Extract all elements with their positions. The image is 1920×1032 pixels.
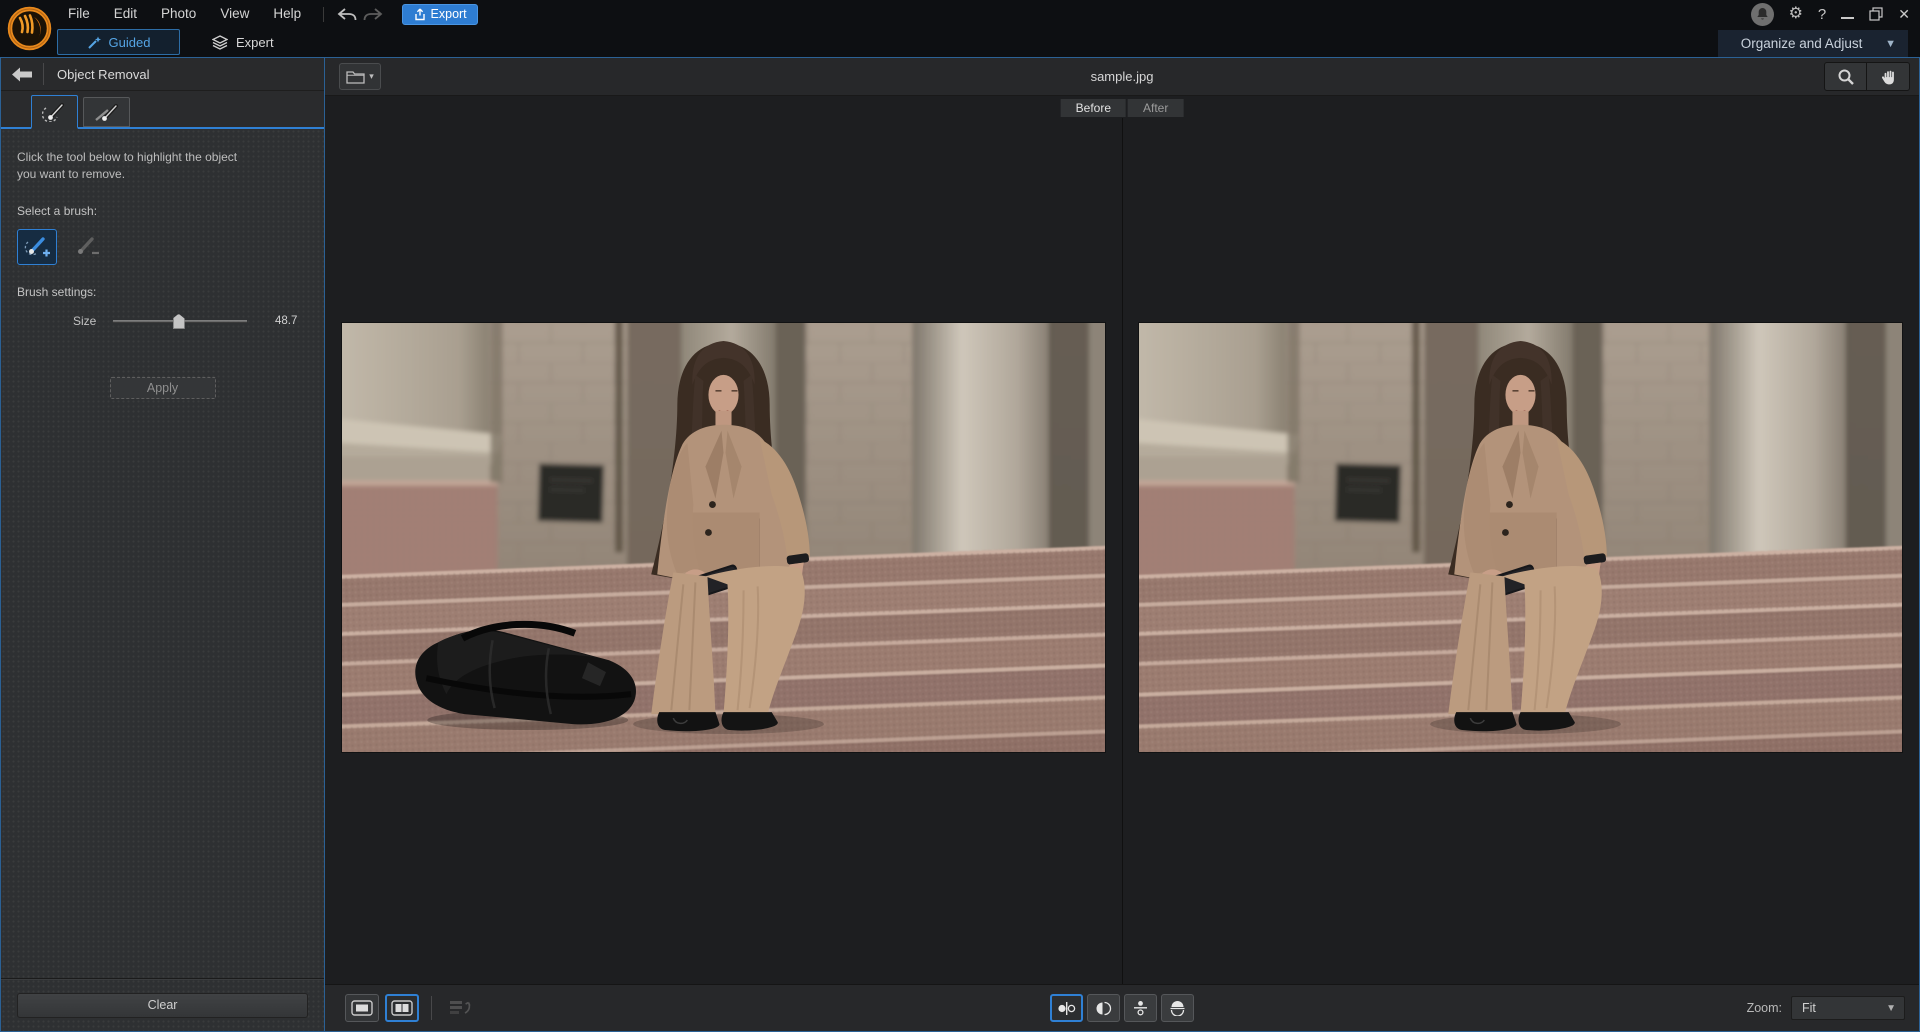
split-view-button[interactable] <box>385 994 419 1022</box>
send-to-expert-button[interactable] <box>444 994 478 1022</box>
panel-footer: Clear <box>1 978 324 1031</box>
folder-caret-icon: ▾ <box>369 71 374 82</box>
before-tab[interactable]: Before <box>1061 99 1126 117</box>
before-image[interactable] <box>342 323 1105 752</box>
menu-photo[interactable]: Photo <box>149 0 208 28</box>
menu-help[interactable]: Help <box>261 0 313 28</box>
panel-header: Object Removal <box>1 58 324 91</box>
layers-icon <box>212 35 228 50</box>
photodirector-window: File Edit Photo View Help Ex <box>0 0 1920 1032</box>
compare-strip: Before After <box>325 96 1919 118</box>
pane-divider <box>1122 118 1123 984</box>
instruction-text: Click the tool below to highlight the ob… <box>17 149 257 184</box>
undo-button[interactable] <box>334 4 360 24</box>
filename-label: sample.jpg <box>325 69 1919 84</box>
brush-tool-tabs <box>1 91 324 129</box>
export-icon <box>414 8 426 21</box>
apply-button[interactable]: Apply <box>110 377 216 399</box>
top-bottom-icon <box>1132 1000 1149 1016</box>
close-button[interactable]: ✕ <box>1898 6 1910 23</box>
magic-wand-icon <box>87 35 102 50</box>
back-arrow-icon <box>11 67 33 82</box>
divider <box>431 996 432 1020</box>
clear-button[interactable]: Clear <box>17 993 308 1018</box>
single-view-button[interactable] <box>345 994 379 1022</box>
tab-region-brush[interactable] <box>31 95 78 129</box>
panel-title: Object Removal <box>57 67 149 82</box>
compare-mode-buttons <box>1050 994 1194 1022</box>
undo-icon <box>337 7 357 22</box>
help-button[interactable]: ? <box>1818 6 1826 23</box>
select-brush-label: Select a brush: <box>17 204 308 218</box>
region-brush-icon <box>42 101 68 122</box>
brush-minus-icon <box>72 235 100 259</box>
pan-tool-button[interactable] <box>1867 62 1910 91</box>
tab-line-brush[interactable] <box>83 97 130 127</box>
single-view-icon <box>351 1000 373 1016</box>
side-by-side-compare-button[interactable] <box>1050 994 1083 1022</box>
hand-icon <box>1880 68 1896 85</box>
chevron-down-icon: ▼ <box>1886 1003 1896 1014</box>
after-pane[interactable] <box>1122 118 1919 984</box>
size-value: 48.7 <box>275 315 297 327</box>
split-top-bottom-compare-button[interactable] <box>1161 994 1194 1022</box>
after-image[interactable] <box>1139 323 1902 752</box>
restore-button[interactable] <box>1869 7 1883 21</box>
viewer-header: ▾ sample.jpg <box>325 58 1919 96</box>
canvas <box>325 118 1919 984</box>
brush-buttons <box>17 229 308 265</box>
menu-edit[interactable]: Edit <box>102 0 149 28</box>
split-left-right-compare-button[interactable] <box>1087 994 1120 1022</box>
before-pane[interactable] <box>325 118 1122 984</box>
split-circle-vertical-icon <box>1095 1001 1112 1016</box>
brush-settings-label: Brush settings: <box>17 285 308 299</box>
tab-guided[interactable]: Guided <box>57 29 180 55</box>
bell-icon <box>1756 7 1769 21</box>
magnifier-icon <box>1837 68 1855 86</box>
viewer-toolbar: Zoom: Fit ▼ <box>325 984 1919 1031</box>
title-bar: File Edit Photo View Help Ex <box>0 0 1920 57</box>
settings-gear-icon[interactable]: ⚙ <box>1789 6 1803 22</box>
browse-folder-button[interactable]: ▾ <box>339 63 381 90</box>
send-layers-icon <box>449 999 473 1017</box>
size-label: Size <box>73 314 105 328</box>
minimize-button[interactable] <box>1841 10 1854 19</box>
after-tab[interactable]: After <box>1128 99 1183 117</box>
object-removal-panel: Object Removal <box>0 57 325 1032</box>
split-circle-horizontal-icon <box>1169 1001 1186 1016</box>
export-button[interactable]: Export <box>402 4 478 25</box>
menu-file[interactable]: File <box>56 0 102 28</box>
slider-thumb[interactable] <box>173 314 185 329</box>
zoom-label: Zoom: <box>1747 1001 1782 1015</box>
zoom-level-select[interactable]: Fit ▼ <box>1791 996 1905 1020</box>
size-slider-row: Size 48.7 <box>17 313 308 329</box>
notifications-button[interactable] <box>1751 3 1774 26</box>
line-brush-icon <box>94 102 120 123</box>
divider <box>43 63 44 85</box>
redo-icon <box>363 7 383 22</box>
size-slider[interactable] <box>113 313 247 329</box>
viewer-area: ▾ sample.jpg Before <box>325 57 1920 1032</box>
chevron-down-icon: ▼ <box>1885 38 1896 50</box>
redo-button[interactable] <box>360 4 386 24</box>
back-button[interactable] <box>1 58 43 90</box>
folder-icon <box>346 70 365 84</box>
menu-view[interactable]: View <box>208 0 261 28</box>
tab-expert[interactable]: Expert <box>212 29 274 55</box>
subtract-brush-button[interactable] <box>66 229 106 265</box>
menubar-separator <box>323 7 324 22</box>
zoom-tool-button[interactable] <box>1824 62 1867 91</box>
zoom-value: Fit <box>1792 1001 1886 1015</box>
add-brush-button[interactable] <box>17 229 57 265</box>
workspace-switcher[interactable]: Organize and Adjust ▼ <box>1718 30 1908 57</box>
menubar: File Edit Photo View Help Ex <box>56 0 478 28</box>
brush-plus-icon <box>23 235 51 259</box>
panel-content: Click the tool below to highlight the ob… <box>1 129 324 978</box>
split-view-icon <box>391 1000 413 1016</box>
side-by-side-icon <box>1057 1001 1076 1016</box>
top-bottom-compare-button[interactable] <box>1124 994 1157 1022</box>
